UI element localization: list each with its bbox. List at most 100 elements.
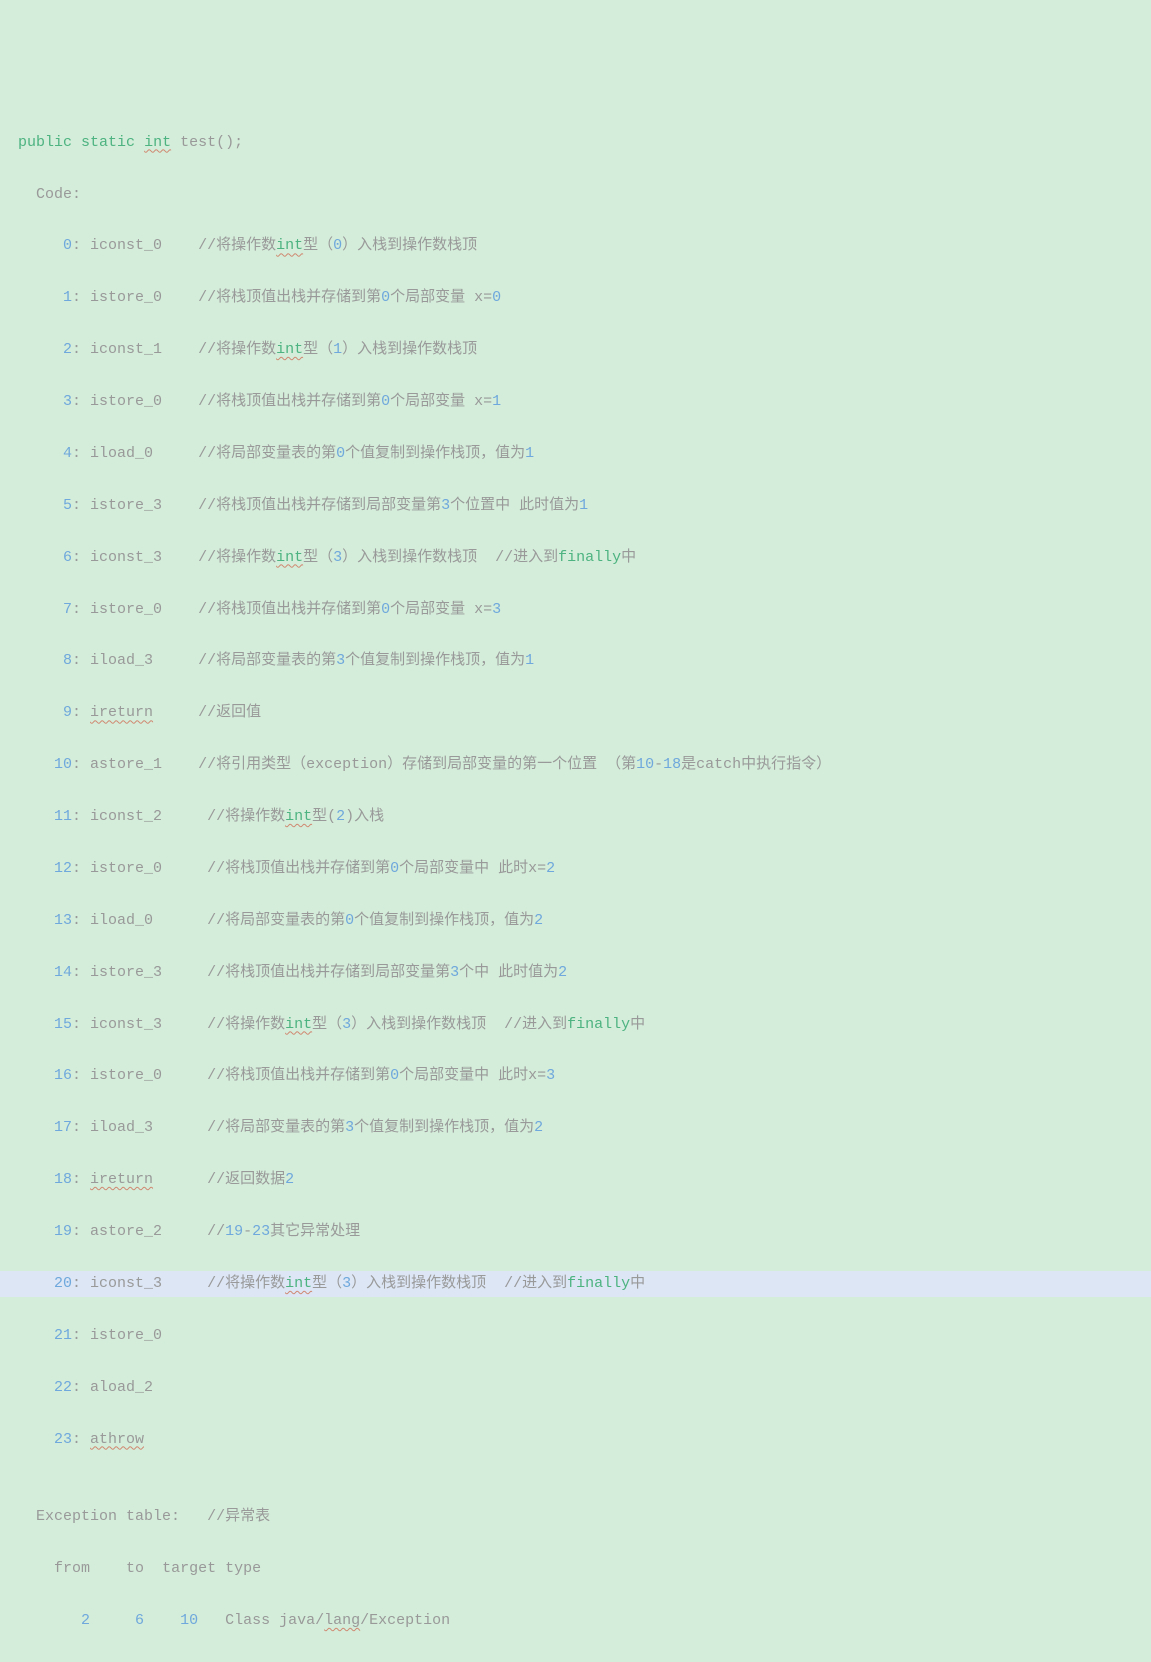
offset: 14 — [0, 964, 72, 981]
comment: //将引用类型（exception）存储到局部变量的第一个位置 （第10-18是… — [198, 756, 831, 773]
bytecode-line: 16: istore_0 //将栈顶值出栈并存储到第0个局部变量中 此时x=3 — [0, 1063, 1151, 1089]
bytecode-line: 18: ireturn //返回数据2 — [0, 1167, 1151, 1193]
exception-table-label: Exception table: //异常表 — [0, 1504, 1151, 1530]
bytecode-line: 3: istore_0 //将栈顶值出栈并存储到第0个局部变量 x=1 — [0, 389, 1151, 415]
bytecode-line: 7: istore_0 //将栈顶值出栈并存储到第0个局部变量 x=3 — [0, 597, 1151, 623]
offset: 10 — [0, 756, 72, 773]
instruction: istore_0 — [90, 860, 162, 877]
bytecode-line: 4: iload_0 //将局部变量表的第0个值复制到操作栈顶，值为1 — [0, 441, 1151, 467]
comment: //将操作数int型（1）入栈到操作数栈顶 — [198, 341, 477, 358]
method-signature: public static int test(); — [0, 130, 1151, 156]
offset: 12 — [0, 860, 72, 877]
bytecode-line: 5: istore_3 //将栈顶值出栈并存储到局部变量第3个位置中 此时值为1 — [0, 493, 1151, 519]
comment: //返回数据2 — [207, 1171, 294, 1188]
ex-target: 10 — [162, 1612, 198, 1629]
ex-from: 2 — [54, 1612, 90, 1629]
method-parens: (); — [216, 134, 243, 151]
offset: 19 — [0, 1223, 72, 1240]
instruction: iconst_1 — [90, 341, 162, 358]
comment: //将栈顶值出栈并存储到第0个局部变量 x=1 — [198, 393, 501, 410]
comment: //将操作数int型（3）入栈到操作数栈顶 //进入到finally中 — [207, 1016, 645, 1033]
offset: 15 — [0, 1016, 72, 1033]
exception-row: 2 6 19 any — [0, 1660, 1151, 1662]
instruction: istore_0 — [90, 289, 162, 306]
exception-table-header: from to target type — [0, 1556, 1151, 1582]
comment: //将局部变量表的第3个值复制到操作栈顶，值为1 — [198, 652, 534, 669]
instruction: istore_0 — [90, 601, 162, 618]
offset: 9 — [0, 704, 72, 721]
instruction: iload_0 — [90, 912, 153, 929]
instruction: aload_2 — [90, 1379, 153, 1396]
bytecode-line: 11: iconst_2 //将操作数int型(2)入栈 — [0, 804, 1151, 830]
comment: //将操作数int型（0）入栈到操作数栈顶 — [198, 237, 477, 254]
offset: 1 — [0, 289, 72, 306]
bytecode-line: 0: iconst_0 //将操作数int型（0）入栈到操作数栈顶 — [0, 233, 1151, 259]
bytecode-line: 10: astore_1 //将引用类型（exception）存储到局部变量的第… — [0, 752, 1151, 778]
instruction: iconst_3 — [90, 1275, 162, 1292]
offset: 20 — [0, 1275, 72, 1292]
comment: //将栈顶值出栈并存储到第0个局部变量中 此时x=2 — [207, 860, 555, 877]
instruction: istore_0 — [90, 393, 162, 410]
bytecode-line: 15: iconst_3 //将操作数int型（3）入栈到操作数栈顶 //进入到… — [0, 1012, 1151, 1038]
ex-to: 6 — [108, 1612, 144, 1629]
bytecode-line: 20: iconst_3 //将操作数int型（3）入栈到操作数栈顶 //进入到… — [0, 1271, 1151, 1297]
comment: //将局部变量表的第0个值复制到操作栈顶，值为2 — [207, 912, 543, 929]
bytecode-line: 9: ireturn //返回值 — [0, 700, 1151, 726]
bytecode-line: 21: istore_0 — [0, 1323, 1151, 1349]
bytecode-line: 13: iload_0 //将局部变量表的第0个值复制到操作栈顶，值为2 — [0, 908, 1151, 934]
offset: 8 — [0, 652, 72, 669]
code-block: public static int test(); Code: 0: icons… — [0, 104, 1151, 1662]
comment: //19-23其它异常处理 — [207, 1223, 360, 1240]
instruction: iload_0 — [90, 445, 153, 462]
instruction: istore_0 — [90, 1327, 162, 1344]
bytecode-line: 17: iload_3 //将局部变量表的第3个值复制到操作栈顶，值为2 — [0, 1115, 1151, 1141]
bytecode-line: 6: iconst_3 //将操作数int型（3）入栈到操作数栈顶 //进入到f… — [0, 545, 1151, 571]
method-name: test — [180, 134, 216, 151]
offset: 11 — [0, 808, 72, 825]
bytecode-line: 8: iload_3 //将局部变量表的第3个值复制到操作栈顶，值为1 — [0, 648, 1151, 674]
offset: 23 — [0, 1431, 72, 1448]
instruction: iload_3 — [90, 652, 153, 669]
keyword-public: public — [18, 134, 72, 151]
instruction: iload_3 — [90, 1119, 153, 1136]
comment: //将操作数int型(2)入栈 — [207, 808, 384, 825]
exception-rows: 2 6 10 Class java/lang/Exception 2 6 19 … — [0, 1608, 1151, 1662]
offset: 13 — [0, 912, 72, 929]
keyword-static: static — [81, 134, 135, 151]
comment: //将局部变量表的第3个值复制到操作栈顶，值为2 — [207, 1119, 543, 1136]
offset: 21 — [0, 1327, 72, 1344]
offset: 17 — [0, 1119, 72, 1136]
comment: //将局部变量表的第0个值复制到操作栈顶，值为1 — [198, 445, 534, 462]
comment: //将栈顶值出栈并存储到局部变量第3个位置中 此时值为1 — [198, 497, 588, 514]
instruction: athrow — [90, 1431, 144, 1448]
bytecode-line: 2: iconst_1 //将操作数int型（1）入栈到操作数栈顶 — [0, 337, 1151, 363]
bytecode-line: 23: athrow — [0, 1427, 1151, 1453]
bytecode-line: 14: istore_3 //将栈顶值出栈并存储到局部变量第3个中 此时值为2 — [0, 960, 1151, 986]
instruction: iconst_3 — [90, 549, 162, 566]
return-type: int — [144, 134, 171, 151]
exception-row: 2 6 10 Class java/lang/Exception — [0, 1608, 1151, 1634]
bytecode-lines: 0: iconst_0 //将操作数int型（0）入栈到操作数栈顶 1: ist… — [0, 233, 1151, 1478]
comment: //返回值 — [198, 704, 261, 721]
instruction: ireturn — [90, 704, 153, 721]
offset: 4 — [0, 445, 72, 462]
offset: 16 — [0, 1067, 72, 1084]
instruction: istore_3 — [90, 497, 162, 514]
offset: 18 — [0, 1171, 72, 1188]
ex-type: Class java/lang/Exception — [225, 1612, 450, 1629]
comment: //将栈顶值出栈并存储到第0个局部变量中 此时x=3 — [207, 1067, 555, 1084]
instruction: istore_0 — [90, 1067, 162, 1084]
instruction: astore_1 — [90, 756, 162, 773]
offset: 7 — [0, 601, 72, 618]
comment: //将操作数int型（3）入栈到操作数栈顶 //进入到finally中 — [198, 549, 636, 566]
comment: //将栈顶值出栈并存储到局部变量第3个中 此时值为2 — [207, 964, 567, 981]
instruction: ireturn — [90, 1171, 153, 1188]
comment: //将栈顶值出栈并存储到第0个局部变量 x=0 — [198, 289, 501, 306]
comment: //将栈顶值出栈并存储到第0个局部变量 x=3 — [198, 601, 501, 618]
instruction: istore_3 — [90, 964, 162, 981]
offset: 5 — [0, 497, 72, 514]
comment: //将操作数int型（3）入栈到操作数栈顶 //进入到finally中 — [207, 1275, 645, 1292]
offset: 3 — [0, 393, 72, 410]
offset: 6 — [0, 549, 72, 566]
instruction: iconst_0 — [90, 237, 162, 254]
